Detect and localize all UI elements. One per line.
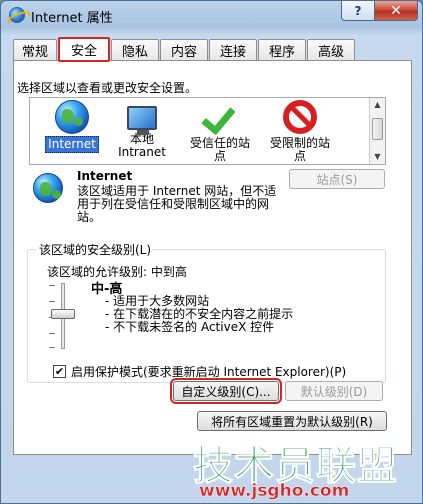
zone-local-intranet[interactable]: 本地 Intranet xyxy=(102,100,182,160)
tab-content[interactable]: 内容 xyxy=(160,39,208,61)
default-level-button[interactable]: 默认级别(D) xyxy=(285,381,383,401)
tab-advanced[interactable]: 高级 xyxy=(307,39,355,61)
protected-mode-label: 启用保护模式(要求重新启动 Internet Explorer)(P) xyxy=(71,365,347,379)
selected-zone-name: Internet xyxy=(77,169,133,183)
restricted-icon xyxy=(283,100,317,134)
slider-tick xyxy=(49,347,55,348)
zone-heading: 选择区域以查看或更改安全设置。 xyxy=(17,81,198,95)
tab-security[interactable]: 安全 xyxy=(58,37,110,62)
tab-strip: 常规 安全 隐私 内容 连接 程序 高级 xyxy=(13,37,413,62)
tab-privacy[interactable]: 隐私 xyxy=(111,39,159,61)
zone-list: Internet 本地 Intranet 受信任的站 点 受限制的站 点 ▲ ▼ xyxy=(29,97,386,165)
level-bullet: - 不下载未签名的 ActiveX 控件 xyxy=(105,320,275,334)
protected-mode-option[interactable]: ✔ 启用保护模式(要求重新启动 Internet Explorer)(P) xyxy=(53,363,346,380)
internet-explorer-icon xyxy=(9,7,25,23)
scroll-down-icon[interactable]: ▼ xyxy=(370,150,385,164)
zone-internet[interactable]: Internet xyxy=(32,100,112,153)
selected-zone-description: 该区域适用于 Internet 网站，但不适用于列在受信任和受限制区域中的网站。 xyxy=(77,184,277,224)
custom-level-button[interactable]: 自定义级别(C)... xyxy=(170,378,282,404)
zone-trusted-sites[interactable]: 受信任的站 点 xyxy=(180,100,260,164)
tab-programs[interactable]: 程序 xyxy=(258,39,306,61)
zone-label: 受信任的站 点 xyxy=(189,136,250,163)
tab-connections[interactable]: 连接 xyxy=(209,39,257,61)
reset-all-zones-button[interactable]: 将所有区域重置为默认级别(R) xyxy=(197,411,387,431)
window-title: Internet 属性 xyxy=(31,11,113,26)
help-button[interactable]: ? xyxy=(341,1,375,21)
security-level-details: - 适用于大多数网站 - 在下载潜在的不安全内容之前提示 - 不下载未签名的 A… xyxy=(105,295,293,334)
slider-thumb[interactable] xyxy=(51,309,75,319)
trusted-icon xyxy=(203,100,237,134)
scroll-thumb[interactable] xyxy=(372,118,383,140)
zone-label: 本地 Intranet xyxy=(118,132,166,159)
slider-tick xyxy=(49,301,55,302)
globe-icon xyxy=(55,100,89,134)
watermark-url: www.jsgho.com xyxy=(199,481,350,501)
protected-mode-checkbox[interactable]: ✔ xyxy=(53,365,66,378)
zone-list-scrollbar[interactable]: ▲ ▼ xyxy=(369,98,385,164)
globe-icon xyxy=(33,173,63,203)
close-button[interactable]: ✕ xyxy=(374,1,418,21)
slider-tick xyxy=(49,333,55,334)
slider-tick xyxy=(49,285,55,286)
scroll-up-icon[interactable]: ▲ xyxy=(370,98,385,112)
tab-general[interactable]: 常规 xyxy=(13,39,57,61)
zone-label: 受限制的站 点 xyxy=(269,136,330,163)
security-level-title: 该区域的安全级别(L) xyxy=(37,241,154,258)
internet-properties-dialog: Internet 属性 ? ✕ 常规 安全 隐私 内容 连接 程序 高级 选择区… xyxy=(0,0,423,504)
zone-label: Internet xyxy=(45,136,99,153)
sites-button[interactable]: 站点(S) xyxy=(289,169,385,189)
intranet-icon xyxy=(127,106,157,135)
zone-restricted-sites[interactable]: 受限制的站 点 xyxy=(260,100,340,164)
title-bar[interactable]: Internet 属性 ? ✕ xyxy=(1,1,422,31)
